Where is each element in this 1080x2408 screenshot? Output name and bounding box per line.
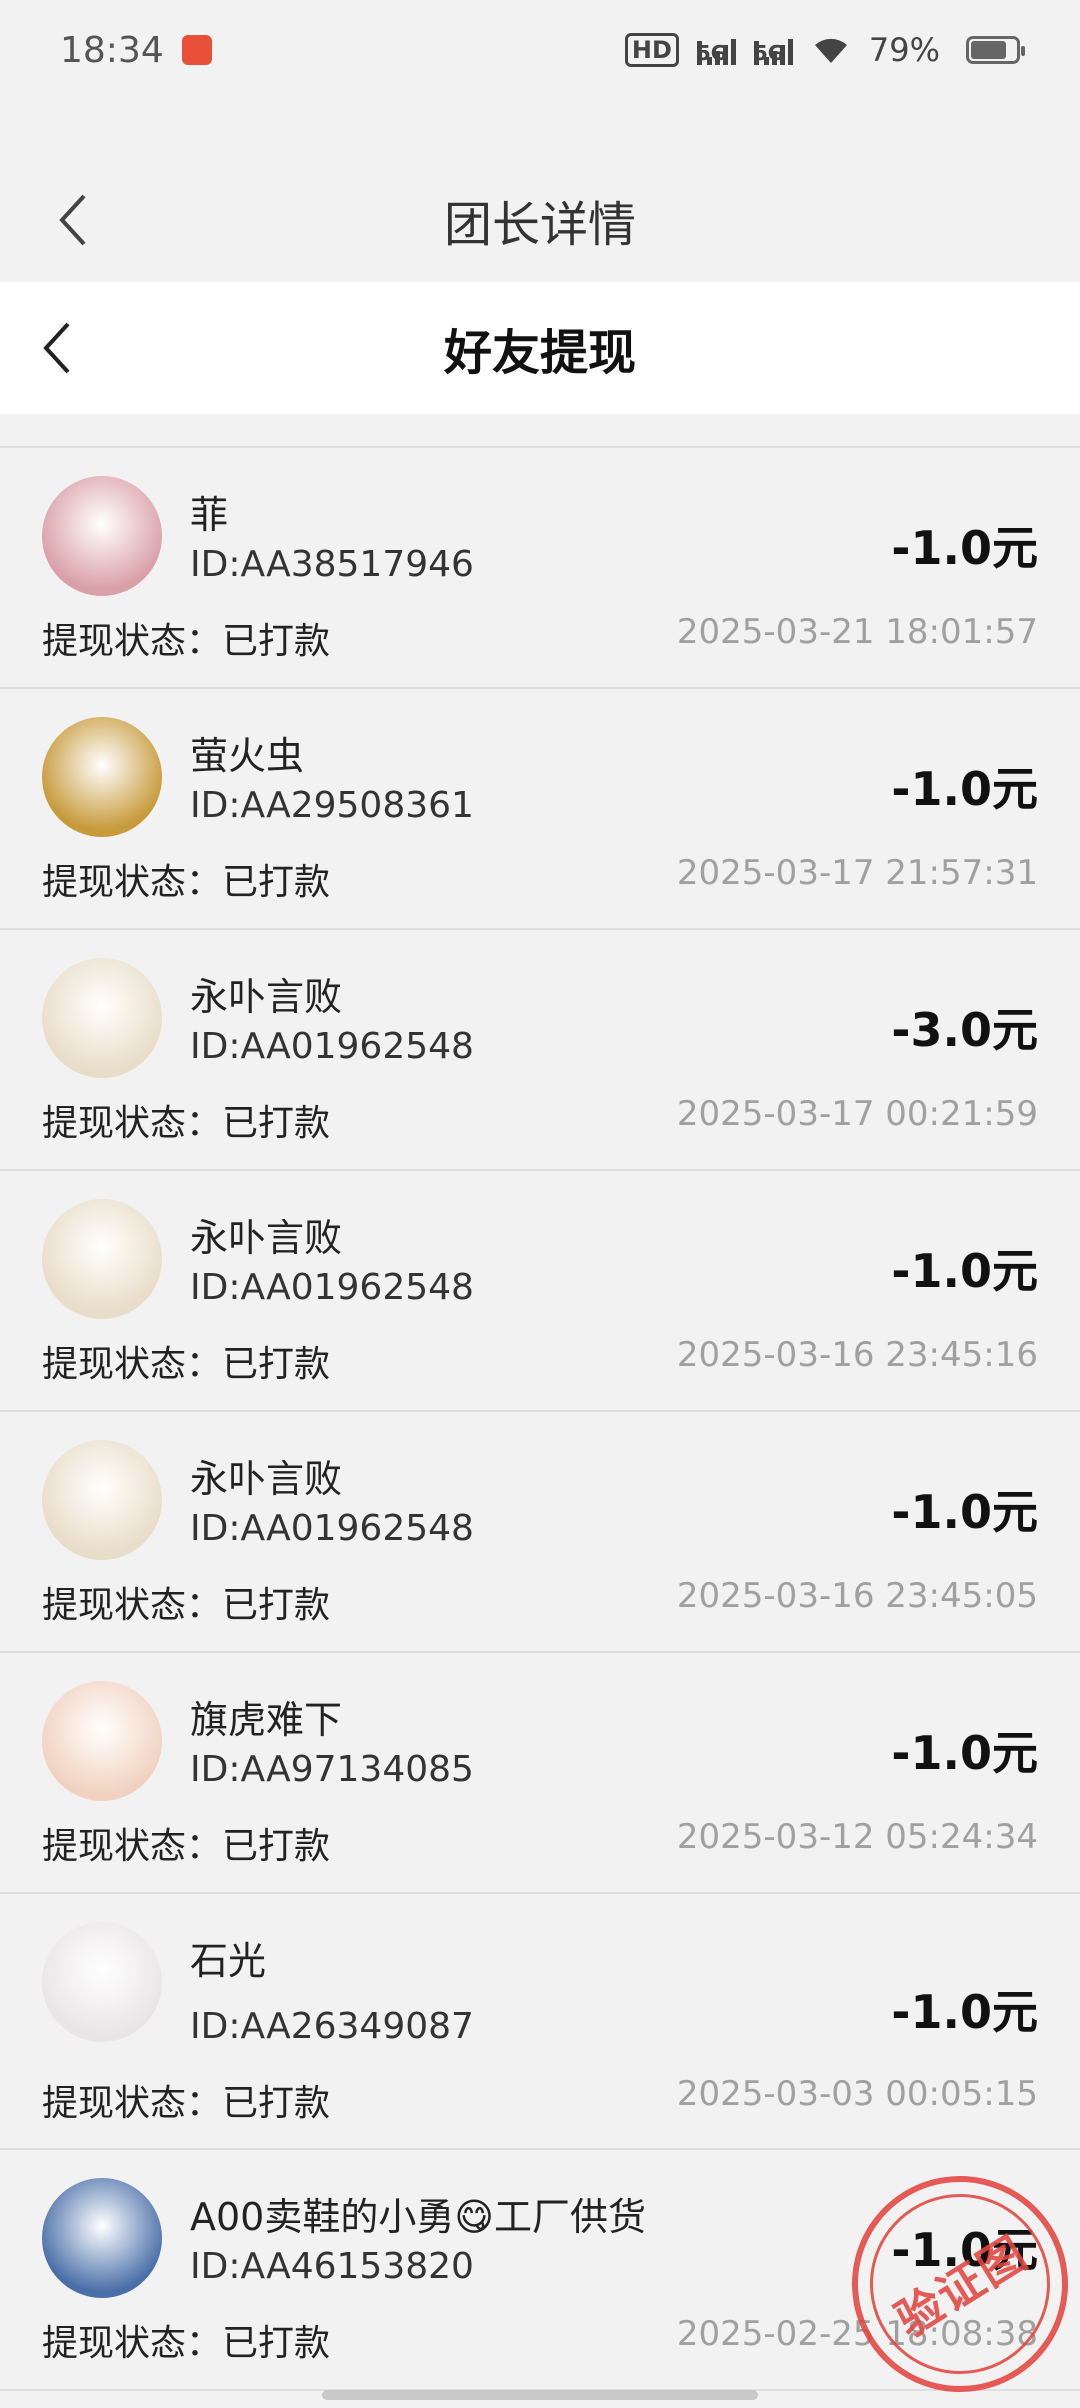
withdraw-status: 提现状态：已打款 [42, 1585, 331, 1626]
withdraw-amount: -3.0元 [891, 1003, 1038, 1057]
user-id: ID:AA97134085 [190, 1749, 474, 1790]
battery-percent: 79% [868, 31, 940, 69]
battery-icon [966, 36, 1025, 64]
list-item[interactable]: 菲 ID:AA38517946 -1.0元 提现状态：已打款 2025-03-2… [0, 448, 1080, 689]
app-notification-icon [181, 35, 212, 65]
signal-icon: 5G [696, 35, 736, 65]
withdraw-time: 2025-03-12 05:24:34 [676, 1817, 1038, 1857]
avatar [42, 717, 162, 837]
avatar [42, 1440, 162, 1560]
signal-label-2: 5G [753, 41, 785, 65]
withdraw-time: 2025-03-17 21:57:31 [676, 853, 1038, 893]
withdraw-status: 提现状态：已打款 [42, 1103, 331, 1144]
list-item[interactable]: 永卟言败 ID:AA01962548 -1.0元 提现状态：已打款 2025-0… [0, 1171, 1080, 1412]
withdraw-amount: -1.0元 [891, 1985, 1038, 2039]
outer-header: 团长详情 [0, 160, 1080, 280]
signal-icon-2: 5G [753, 35, 793, 65]
signal-label: 5G [696, 41, 728, 65]
stamp-text: 验证图 [886, 2225, 1037, 2348]
withdraw-time: 2025-03-16 23:45:05 [676, 1576, 1038, 1616]
user-name: 萤火虫 [190, 734, 305, 778]
status-left: 18:34 [60, 30, 212, 71]
withdraw-time: 2025-03-03 00:05:15 [676, 2074, 1038, 2114]
status-bar: 18:34 HD 5G 5G 79% [0, 0, 1080, 100]
back-icon[interactable] [36, 316, 80, 380]
withdraw-time: 2025-03-16 23:45:16 [676, 1335, 1038, 1375]
user-id: ID:AA26349087 [190, 2006, 474, 2047]
user-id: ID:AA01962548 [190, 1026, 474, 1067]
home-indicator[interactable] [322, 2390, 758, 2400]
user-name: A00卖鞋的小勇😋工厂供货 [190, 2195, 646, 2239]
wifi-icon [814, 38, 847, 63]
withdraw-amount: -1.0元 [891, 521, 1038, 575]
user-name: 永卟言败 [190, 1216, 343, 1260]
withdraw-amount: -1.0元 [891, 1485, 1038, 1539]
list-item[interactable]: 永卟言败 ID:AA01962548 -1.0元 提现状态：已打款 2025-0… [0, 1412, 1080, 1653]
status-right: HD 5G 5G 79% [624, 31, 1025, 69]
user-id: ID:AA46153820 [190, 2246, 474, 2287]
user-id: ID:AA38517946 [190, 544, 474, 585]
clock: 18:34 [60, 29, 164, 71]
user-name: 石光 [190, 1939, 267, 1983]
user-id: ID:AA01962548 [190, 1508, 474, 1549]
list-item[interactable]: 萤火虫 ID:AA29508361 -1.0元 提现状态：已打款 2025-03… [0, 689, 1080, 930]
withdraw-status: 提现状态：已打款 [42, 2323, 331, 2364]
outer-page-title: 团长详情 [443, 197, 636, 253]
outer-back-icon[interactable] [52, 188, 96, 252]
withdraw-time: 2025-03-17 00:21:59 [676, 1094, 1038, 1134]
list-item[interactable]: 石光 ID:AA26349087 -1.0元 提现状态：已打款 2025-03-… [0, 1894, 1080, 2150]
inner-header: 好友提现 [0, 282, 1080, 414]
avatar [42, 1681, 162, 1801]
withdrawal-list: 菲 ID:AA38517946 -1.0元 提现状态：已打款 2025-03-2… [0, 446, 1080, 2391]
avatar [42, 476, 162, 596]
user-name: 永卟言败 [190, 1457, 343, 1501]
user-name: 永卟言败 [190, 975, 343, 1019]
list-item[interactable]: 永卟言败 ID:AA01962548 -3.0元 提现状态：已打款 2025-0… [0, 930, 1080, 1171]
avatar [42, 1199, 162, 1319]
avatar [42, 958, 162, 1078]
withdraw-status: 提现状态：已打款 [42, 1826, 331, 1867]
avatar [42, 1922, 162, 2042]
withdraw-amount: -1.0元 [891, 1244, 1038, 1298]
withdraw-status: 提现状态：已打款 [42, 2083, 331, 2124]
hd-badge: HD [624, 33, 679, 67]
avatar [42, 2178, 162, 2298]
withdraw-status: 提现状态：已打款 [42, 1344, 331, 1385]
withdraw-time: 2025-03-21 18:01:57 [676, 612, 1038, 652]
withdraw-amount: -1.0元 [891, 762, 1038, 816]
withdraw-amount: -1.0元 [891, 1726, 1038, 1780]
list-item[interactable]: 旗虎难下 ID:AA97134085 -1.0元 提现状态：已打款 2025-0… [0, 1653, 1080, 1894]
user-name: 菲 [190, 493, 229, 537]
withdraw-status: 提现状态：已打款 [42, 621, 331, 662]
battery-fill [971, 41, 1006, 59]
page-title: 好友提现 [443, 325, 636, 381]
user-name: 旗虎难下 [190, 1698, 343, 1742]
withdraw-status: 提现状态：已打款 [42, 862, 331, 903]
user-id: ID:AA29508361 [190, 785, 474, 826]
user-id: ID:AA01962548 [190, 1267, 474, 1308]
